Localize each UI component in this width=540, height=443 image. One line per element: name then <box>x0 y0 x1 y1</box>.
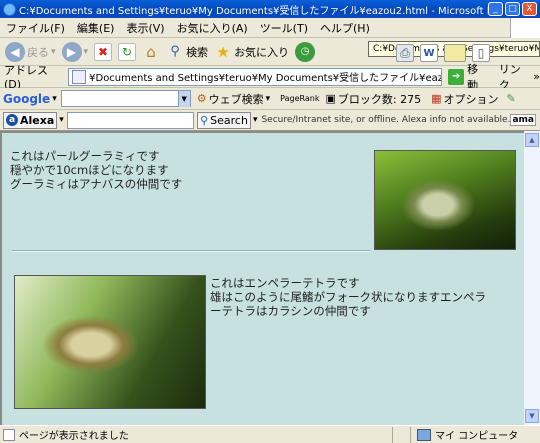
alexa-button[interactable]: a Alexa <box>3 111 58 129</box>
gear-icon: ⚙ <box>196 92 207 105</box>
window-title: C:¥Documents and Settings¥teruo¥My Docum… <box>19 5 488 17</box>
chevron-down-icon[interactable]: ▾ <box>266 94 271 104</box>
menu-file[interactable]: ファイル(F) <box>6 20 65 36</box>
emperor-tetra-image <box>14 275 206 409</box>
page-content: これはパールグーラミィです 穏やかで10cmほどになります グーラミィはアナバス… <box>0 131 524 425</box>
text-line: これはパールグーラミィです <box>10 149 160 163</box>
history-icon: ◷ <box>295 41 316 62</box>
pencil-icon[interactable]: ✎ <box>507 92 516 105</box>
text-line: これはエンペラーテトラです <box>210 276 360 290</box>
popup-blocker-icon: ▣ <box>325 92 336 105</box>
alexa-toolbar: a Alexa ▾ ⚲ Search ▾ Secure/Intranet sit… <box>0 110 540 131</box>
refresh-button[interactable]: ↻ <box>116 40 138 64</box>
stop-icon: ✖ <box>94 42 113 61</box>
search-icon: ⚲ <box>170 44 180 59</box>
favorites-button[interactable]: ★ お気に入り <box>212 40 291 64</box>
scroll-down-icon[interactable]: ▼ <box>525 409 539 423</box>
pearl-gourami-image <box>374 150 516 250</box>
chevron-down-icon: ▾ <box>83 46 89 57</box>
emperor-tetra-text: これはエンペラーテトラです 雄はこのように尾鰭がフォーク状になりますエンペラ ー… <box>210 276 522 318</box>
menu-favorites[interactable]: お気に入り(A) <box>177 20 248 36</box>
options-icon: ▦ <box>431 92 442 105</box>
computer-icon <box>417 428 431 441</box>
search-button[interactable]: ⚲ 検索 <box>164 40 210 64</box>
toolbar-extra-buttons: ⎙ W ▯ <box>396 44 490 62</box>
address-value: ¥Documents and Settings¥teruo¥My Documen… <box>89 73 443 84</box>
popup-blocked-count[interactable]: ブロック数: 275 <box>338 91 421 107</box>
chevron-right-icon[interactable]: » <box>533 70 540 83</box>
address-label: アドレス(D) <box>4 64 48 91</box>
text-line: ーテトラはカラシンの仲間です <box>210 304 371 318</box>
scroll-up-icon[interactable]: ▲ <box>525 133 539 147</box>
alexa-search-button[interactable]: ⚲ Search <box>197 111 251 129</box>
home-button[interactable]: ⌂ <box>140 40 162 64</box>
refresh-icon: ↻ <box>118 42 137 61</box>
menu-view[interactable]: 表示(V) <box>126 20 164 36</box>
print-icon[interactable]: ⎙ <box>396 44 414 62</box>
title-bar: C:¥Documents and Settings¥teruo¥My Docum… <box>0 0 540 18</box>
star-icon: ★ <box>216 42 230 61</box>
status-text: ページが表示されました <box>19 431 129 442</box>
chevron-down-icon[interactable]: ▾ <box>253 115 258 125</box>
text-line: グーラミィはアナバスの仲間です <box>10 177 183 191</box>
back-label: 戻る <box>27 45 49 59</box>
chevron-down-icon[interactable]: ▾ <box>59 115 64 125</box>
forward-button[interactable]: ▶ ▾ <box>60 40 91 64</box>
google-logo-text: Google <box>3 91 51 106</box>
pagerank-indicator[interactable]: PageRank <box>280 94 319 103</box>
stop-button[interactable]: ✖ <box>92 40 114 64</box>
alexa-search-input[interactable] <box>66 111 195 129</box>
menu-help[interactable]: ヘルプ(H) <box>320 20 370 36</box>
status-cell <box>392 426 410 443</box>
status-bar: ページが表示されました マイ コンピュータ <box>0 425 540 443</box>
address-input[interactable]: ¥Documents and Settings¥teruo¥My Documen… <box>68 67 443 86</box>
search-label: 検索 <box>186 45 209 59</box>
alexa-search-label: Search <box>210 113 248 127</box>
windows-logo <box>510 18 540 38</box>
page-icon <box>3 428 15 441</box>
search-icon: ⚲ <box>200 113 209 127</box>
back-button[interactable]: ◀ 戻る ▾ <box>3 40 58 64</box>
alexa-logo-icon: a <box>6 114 18 126</box>
word-icon[interactable]: W <box>420 44 438 62</box>
google-toolbar: Google ▾ ▼ ⚙ ウェブ検索 ▾ PageRank ▣ ブロック数: 2… <box>0 88 540 110</box>
options-button[interactable]: オプション <box>444 91 499 107</box>
messenger-icon[interactable]: ▯ <box>472 44 490 62</box>
discuss-icon[interactable] <box>444 44 466 62</box>
maximize-button[interactable]: □ <box>505 2 520 16</box>
close-button[interactable]: X <box>522 2 537 16</box>
alexa-label: Alexa <box>20 113 55 127</box>
ie-icon <box>3 2 16 16</box>
security-zone: マイ コンピュータ <box>410 426 540 443</box>
text-line: 雄はこのように尾鰭がフォーク状になりますエンペラ <box>210 290 486 304</box>
address-bar: アドレス(D) ¥Documents and Settings¥teruo¥My… <box>0 63 540 92</box>
google-search-input[interactable]: ▼ <box>60 90 191 107</box>
minimize-button[interactable]: _ <box>488 2 503 16</box>
home-icon: ⌂ <box>146 42 156 61</box>
menu-edit[interactable]: 編集(E) <box>77 20 115 36</box>
alexa-status-text: Secure/Intranet site, or offline. Alexa … <box>261 115 511 125</box>
menu-bar: ファイル(F) 編集(E) 表示(V) お気に入り(A) ツール(T) ヘルプ(… <box>0 18 540 38</box>
forward-arrow-icon: ▶ <box>61 41 82 62</box>
horizontal-rule <box>12 250 370 252</box>
favorites-label: お気に入り <box>234 45 290 59</box>
page-icon <box>72 69 87 84</box>
history-button[interactable]: ◷ <box>293 40 317 64</box>
zone-label: マイ コンピュータ <box>435 431 519 442</box>
go-arrow-icon[interactable]: ➔ <box>448 68 465 85</box>
pearl-gourami-text: これはパールグーラミィです 穏やかで10cmほどになります グーラミィはアナバス… <box>10 149 310 191</box>
chevron-down-icon[interactable]: ▾ <box>52 94 57 104</box>
vertical-scrollbar[interactable]: ▲ ▼ <box>524 131 540 425</box>
menu-tools[interactable]: ツール(T) <box>260 20 308 36</box>
amazon-button[interactable]: ama <box>510 114 536 126</box>
text-line: 穏やかで10cmほどになります <box>10 163 169 177</box>
web-search-button[interactable]: ウェブ検索 <box>209 91 264 107</box>
chevron-down-icon: ▾ <box>51 46 56 57</box>
google-logo[interactable]: Google <box>3 92 50 106</box>
back-arrow-icon: ◀ <box>5 41 25 62</box>
chevron-down-icon[interactable]: ▼ <box>177 91 190 107</box>
